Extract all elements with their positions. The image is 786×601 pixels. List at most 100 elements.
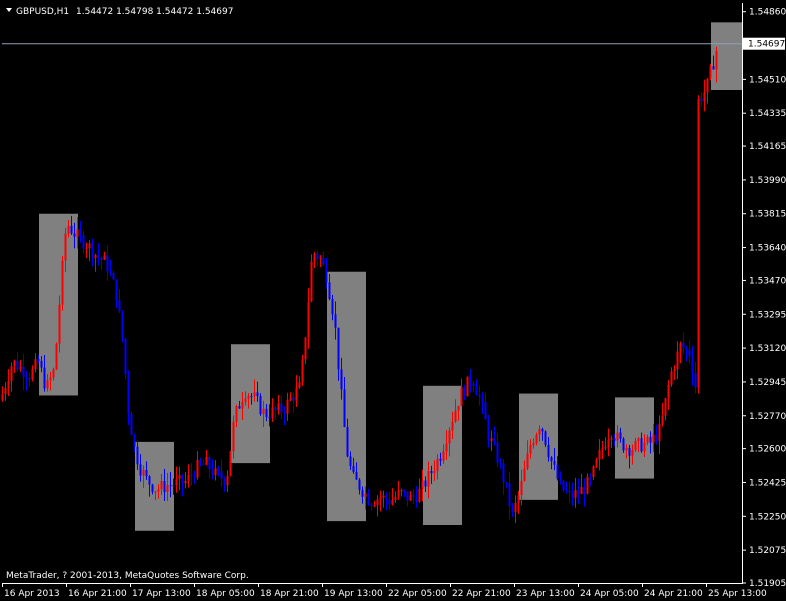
candle-body: [211, 469, 214, 476]
price-chart[interactable]: 1.54860 1.54510 1.54335 1.54165 1.53990 1.538…: [0, 0, 786, 601]
price-tick-label: 1.51905: [749, 579, 786, 589]
candle-body: [466, 376, 469, 397]
candle-body: [4, 388, 7, 395]
candle-body: [589, 476, 592, 478]
time-tick-label: 19 Apr 13:00: [324, 589, 383, 599]
candle-body: [106, 255, 109, 272]
candle-body: [133, 434, 136, 447]
candle-body: [559, 478, 562, 481]
candle-body: [250, 396, 253, 398]
candle-body: [394, 497, 397, 500]
candle-body: [73, 233, 76, 237]
candle-body: [214, 468, 217, 476]
candle-body: [109, 271, 112, 273]
price-tick-label: 1.52600: [749, 445, 786, 455]
candle-body: [265, 408, 268, 417]
candle-body: [361, 490, 364, 497]
candle-body: [262, 408, 265, 415]
candle-body: [31, 369, 34, 380]
candle-body: [562, 480, 565, 491]
candle-body: [346, 426, 349, 457]
candle-body: [511, 506, 514, 513]
candle-body: [598, 450, 601, 460]
candle-body: [400, 490, 403, 492]
candle-body: [127, 374, 130, 415]
candle-body: [592, 466, 595, 478]
candle-body: [28, 378, 31, 380]
candle-body: [661, 415, 664, 424]
candle-body: [274, 407, 277, 411]
candle-body: [64, 233, 67, 261]
candle-body: [553, 461, 556, 465]
price-tick-label: 1.52425: [749, 478, 786, 488]
candle-body: [94, 255, 97, 259]
candle-body: [412, 495, 415, 497]
candle-body: [673, 369, 676, 372]
candle-body: [10, 366, 13, 382]
candle-body: [175, 478, 178, 486]
candle-body: [655, 434, 658, 441]
candle-body: [70, 225, 73, 234]
candle-body: [130, 414, 133, 435]
candle-body: [595, 459, 598, 467]
candle-body: [358, 479, 361, 491]
time-tick-label: 24 Apr 05:00: [580, 589, 639, 599]
candle-body: [307, 301, 310, 338]
candle-body: [691, 356, 694, 373]
candle-body: [580, 487, 583, 494]
candle-body: [406, 491, 409, 501]
candle-body: [436, 458, 439, 472]
price-tick-label: 1.54165: [749, 142, 786, 152]
price-tick-label: 1.54510: [749, 75, 786, 85]
candle-body: [286, 399, 289, 414]
candle-body: [703, 92, 706, 102]
candle-body: [40, 360, 43, 368]
candle-body: [604, 447, 607, 449]
candle-body: [694, 372, 697, 388]
candle-body: [340, 369, 343, 390]
candle-body: [490, 438, 493, 441]
candle-body: [100, 257, 103, 260]
price-tick-label: 1.53120: [749, 344, 786, 354]
candle-body: [607, 439, 610, 448]
candle-body: [547, 444, 550, 458]
highlight-box: [231, 344, 270, 464]
candle-body: [172, 485, 175, 487]
candle-body: [631, 450, 634, 456]
candle-body: [586, 476, 589, 494]
candle-body: [706, 78, 709, 93]
time-tick-label: 23 Apr 13:00: [516, 589, 575, 599]
candle-body: [136, 446, 139, 465]
candle-body: [622, 438, 625, 451]
candle-body: [640, 438, 643, 452]
candle-body: [688, 349, 691, 357]
price-tick-label: 1.52250: [749, 512, 786, 522]
time-tick-label: 22 Apr 21:00: [452, 589, 511, 599]
candle-body: [259, 396, 262, 415]
candle-body: [481, 396, 484, 403]
candle-body: [145, 470, 148, 477]
candle-body: [565, 490, 568, 492]
candle-body: [217, 468, 220, 472]
candle-body: [385, 495, 388, 500]
candle-body: [421, 480, 424, 489]
candle-body: [517, 495, 520, 503]
candle-body: [487, 419, 490, 441]
current-price-tag: 1.54697: [743, 37, 785, 50]
chart-background: [0, 0, 786, 601]
candle-body: [304, 337, 307, 360]
candle-body: [670, 371, 673, 385]
candle-body: [616, 432, 619, 441]
time-tick-label: 24 Apr 21:00: [644, 589, 703, 599]
candle-body: [169, 485, 172, 487]
candle-body: [121, 311, 124, 339]
candle-body: [544, 431, 547, 445]
candle-body: [520, 480, 523, 496]
candle-body: [463, 387, 466, 397]
candle-body: [418, 488, 421, 502]
candle-body: [451, 421, 454, 431]
candle-body: [37, 359, 40, 361]
candle-body: [115, 279, 118, 301]
time-tick-label: 18 Apr 05:00: [196, 589, 255, 599]
candle-body: [574, 490, 577, 499]
